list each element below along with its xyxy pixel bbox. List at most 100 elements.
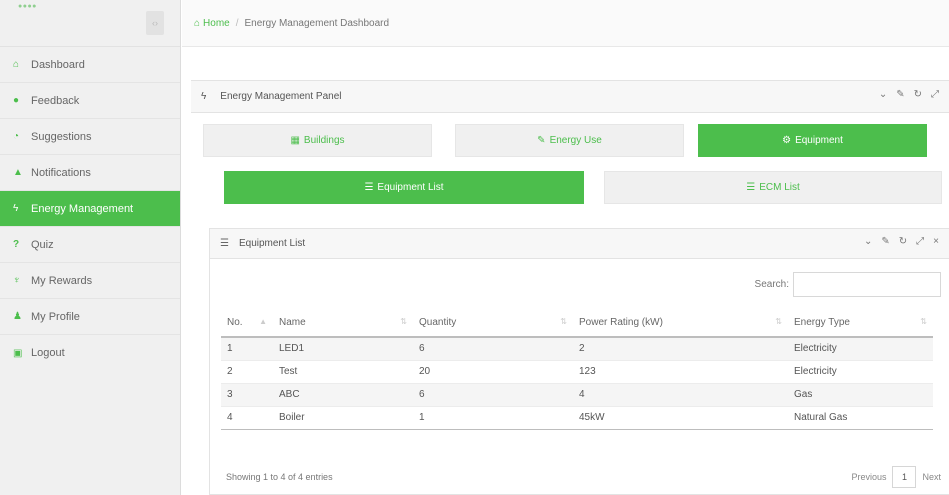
cell-power-rating: 4: [573, 383, 788, 407]
trophy-icon: ♆: [13, 275, 21, 286]
refresh-icon[interactable]: ↻: [914, 89, 922, 100]
tab-buildings[interactable]: ▦ Buildings: [203, 124, 432, 157]
home-icon: ⌂: [194, 17, 201, 29]
tab-ecm-list[interactable]: ☰ ECM List: [604, 171, 942, 204]
cell-energy-type: Natural Gas: [788, 406, 933, 430]
list-icon: ☰: [220, 238, 229, 249]
cell-no: 2: [221, 360, 273, 384]
sidebar-toggle-button[interactable]: ‹›: [146, 11, 164, 35]
home-icon: ⌂: [13, 59, 20, 70]
collapse-icon[interactable]: ⌄: [879, 89, 887, 100]
tab-energy-use[interactable]: ✎ Energy Use: [455, 124, 684, 157]
table-info: Showing 1 to 4 of 4 entries: [226, 472, 333, 482]
chat-icon: ◔: [13, 131, 20, 142]
page-button-1[interactable]: 1: [892, 466, 917, 488]
cell-energy-type: Electricity: [788, 337, 933, 361]
breadcrumb-home-label: Home: [203, 17, 230, 29]
equipment-table: No. ▲ Name ⇅ Quantity ⇅ Power Rating (kW) ⇅ …: [221, 309, 933, 430]
logo: ●●●●: [18, 3, 37, 10]
table-row[interactable]: 4 Boiler 1 45kW Natural Gas: [221, 406, 933, 430]
cell-name: Boiler: [273, 406, 413, 430]
expand-icon[interactable]: ⤢: [931, 89, 939, 100]
previous-button[interactable]: Previous: [851, 472, 886, 482]
column-header-no[interactable]: No. ▲: [221, 309, 273, 338]
collapse-icon[interactable]: ⌄: [864, 236, 872, 247]
sidebar-item-label: Logout: [31, 347, 65, 359]
equipment-list-title: Equipment List: [238, 238, 306, 249]
column-header-quantity[interactable]: Quantity ⇅: [413, 309, 573, 338]
column-header-energy-type[interactable]: Energy Type ⇅: [788, 309, 933, 338]
sort-icon: ⇅: [775, 317, 782, 326]
lightning-icon: ϟ: [13, 203, 19, 214]
close-icon[interactable]: ×: [933, 236, 939, 247]
breadcrumb-home-link[interactable]: ⌂ Home: [194, 18, 230, 29]
sidebar-item-label: My Profile: [31, 310, 80, 323]
sidebar-item-my-profile[interactable]: ♟ My Profile: [0, 299, 180, 335]
search-input[interactable]: [793, 272, 941, 297]
panel-header: ϟ Energy Management Panel ⌄ ✎ ↻ ⤢: [191, 81, 949, 113]
main-content: ⌂ Home / Energy Management Dashboard ϟ E…: [182, 0, 949, 495]
edit-icon[interactable]: ✎: [881, 236, 889, 247]
sidebar-item-label: Notifications: [31, 166, 91, 179]
breadcrumb-separator: /: [235, 17, 239, 29]
equipment-list-tools: ⌄ ✎ ↻ ⤢ ×: [864, 236, 939, 247]
sidebar-item-label: Dashboard: [31, 58, 85, 71]
expand-icon[interactable]: ⤢: [916, 236, 924, 247]
cell-power-rating: 2: [573, 337, 788, 361]
table-row[interactable]: 2 Test 20 123 Electricity: [221, 360, 933, 384]
sidebar-item-feedback[interactable]: ● Feedback: [0, 83, 180, 119]
cell-no: 3: [221, 383, 273, 407]
column-header-power-rating[interactable]: Power Rating (kW) ⇅: [573, 309, 788, 338]
cell-quantity: 6: [413, 337, 573, 361]
sort-icon: ⇅: [400, 317, 407, 326]
cell-quantity: 20: [413, 360, 573, 384]
panel-tools: ⌄ ✎ ↻ ⤢: [879, 89, 939, 100]
breadcrumb: ⌂ Home / Energy Management Dashboard: [182, 0, 949, 47]
tab-label: Equipment: [795, 135, 843, 146]
cell-no: 1: [221, 337, 273, 361]
tab-label: Energy Use: [549, 135, 602, 146]
tab-equipment[interactable]: ⚙ Equipment: [698, 124, 927, 157]
sort-icon: ⇅: [560, 317, 567, 326]
sidebar-item-quiz[interactable]: ? Quiz: [0, 227, 180, 263]
sidebar-item-label: Quiz: [31, 238, 54, 251]
sort-icon: ⇅: [920, 317, 927, 326]
sidebar-item-label: Energy Management: [31, 202, 134, 215]
category-tabs: ▦ Buildings ✎ Energy Use ⚙ Equipment: [203, 124, 940, 157]
table-header-row: No. ▲ Name ⇅ Quantity ⇅ Power Rating (kW) ⇅ …: [221, 309, 933, 338]
cell-name: ABC: [273, 383, 413, 407]
edit-icon[interactable]: ✎: [896, 89, 904, 100]
equipment-list-header: ☰ Equipment List ⌄ ✎ ↻ ⤢ ×: [210, 229, 949, 259]
sidebar-item-my-rewards[interactable]: ♆ My Rewards: [0, 263, 180, 299]
sidebar-item-suggestions[interactable]: ◔ Suggestions: [0, 119, 180, 155]
cell-quantity: 1: [413, 406, 573, 430]
gear-icon: ⚙: [782, 135, 792, 146]
bell-icon: ▲: [13, 167, 23, 178]
sort-icon: ▲: [259, 317, 267, 326]
column-header-name[interactable]: Name ⇅: [273, 309, 413, 338]
cell-power-rating: 45kW: [573, 406, 788, 430]
breadcrumb-current: Energy Management Dashboard: [244, 17, 390, 29]
equipment-subtabs: ☰ Equipment List ☰ ECM List: [224, 171, 949, 204]
next-button[interactable]: Next: [922, 472, 941, 482]
tab-label: Equipment List: [377, 182, 444, 193]
tab-equipment-list[interactable]: ☰ Equipment List: [224, 171, 584, 204]
sidebar-item-logout[interactable]: ▣ Logout: [0, 335, 180, 371]
lock-icon: ▣: [13, 347, 23, 359]
lightning-icon: ϟ: [201, 91, 207, 102]
pencil-icon: ✎: [537, 135, 546, 146]
list-icon: ☰: [364, 182, 374, 193]
table-row[interactable]: 1 LED1 6 2 Electricity: [221, 337, 933, 361]
cell-name: LED1: [273, 337, 413, 361]
sidebar-item-dashboard[interactable]: ⌂ Dashboard: [0, 47, 180, 83]
cell-energy-type: Electricity: [788, 360, 933, 384]
sidebar-item-notifications[interactable]: ▲ Notifications: [0, 155, 180, 191]
sidebar-item-energy-management[interactable]: ϟ Energy Management: [0, 191, 180, 227]
table-row[interactable]: 3 ABC 6 4 Gas: [221, 383, 933, 407]
tab-label: Buildings: [303, 135, 345, 146]
panel-title: Energy Management Panel: [220, 91, 342, 102]
pagination: Previous 1 Next: [851, 466, 941, 488]
refresh-icon[interactable]: ↻: [899, 236, 907, 247]
equipment-list-panel: ☰ Equipment List ⌄ ✎ ↻ ⤢ × Search: No. ▲ …: [209, 228, 949, 495]
cell-name: Test: [273, 360, 413, 384]
